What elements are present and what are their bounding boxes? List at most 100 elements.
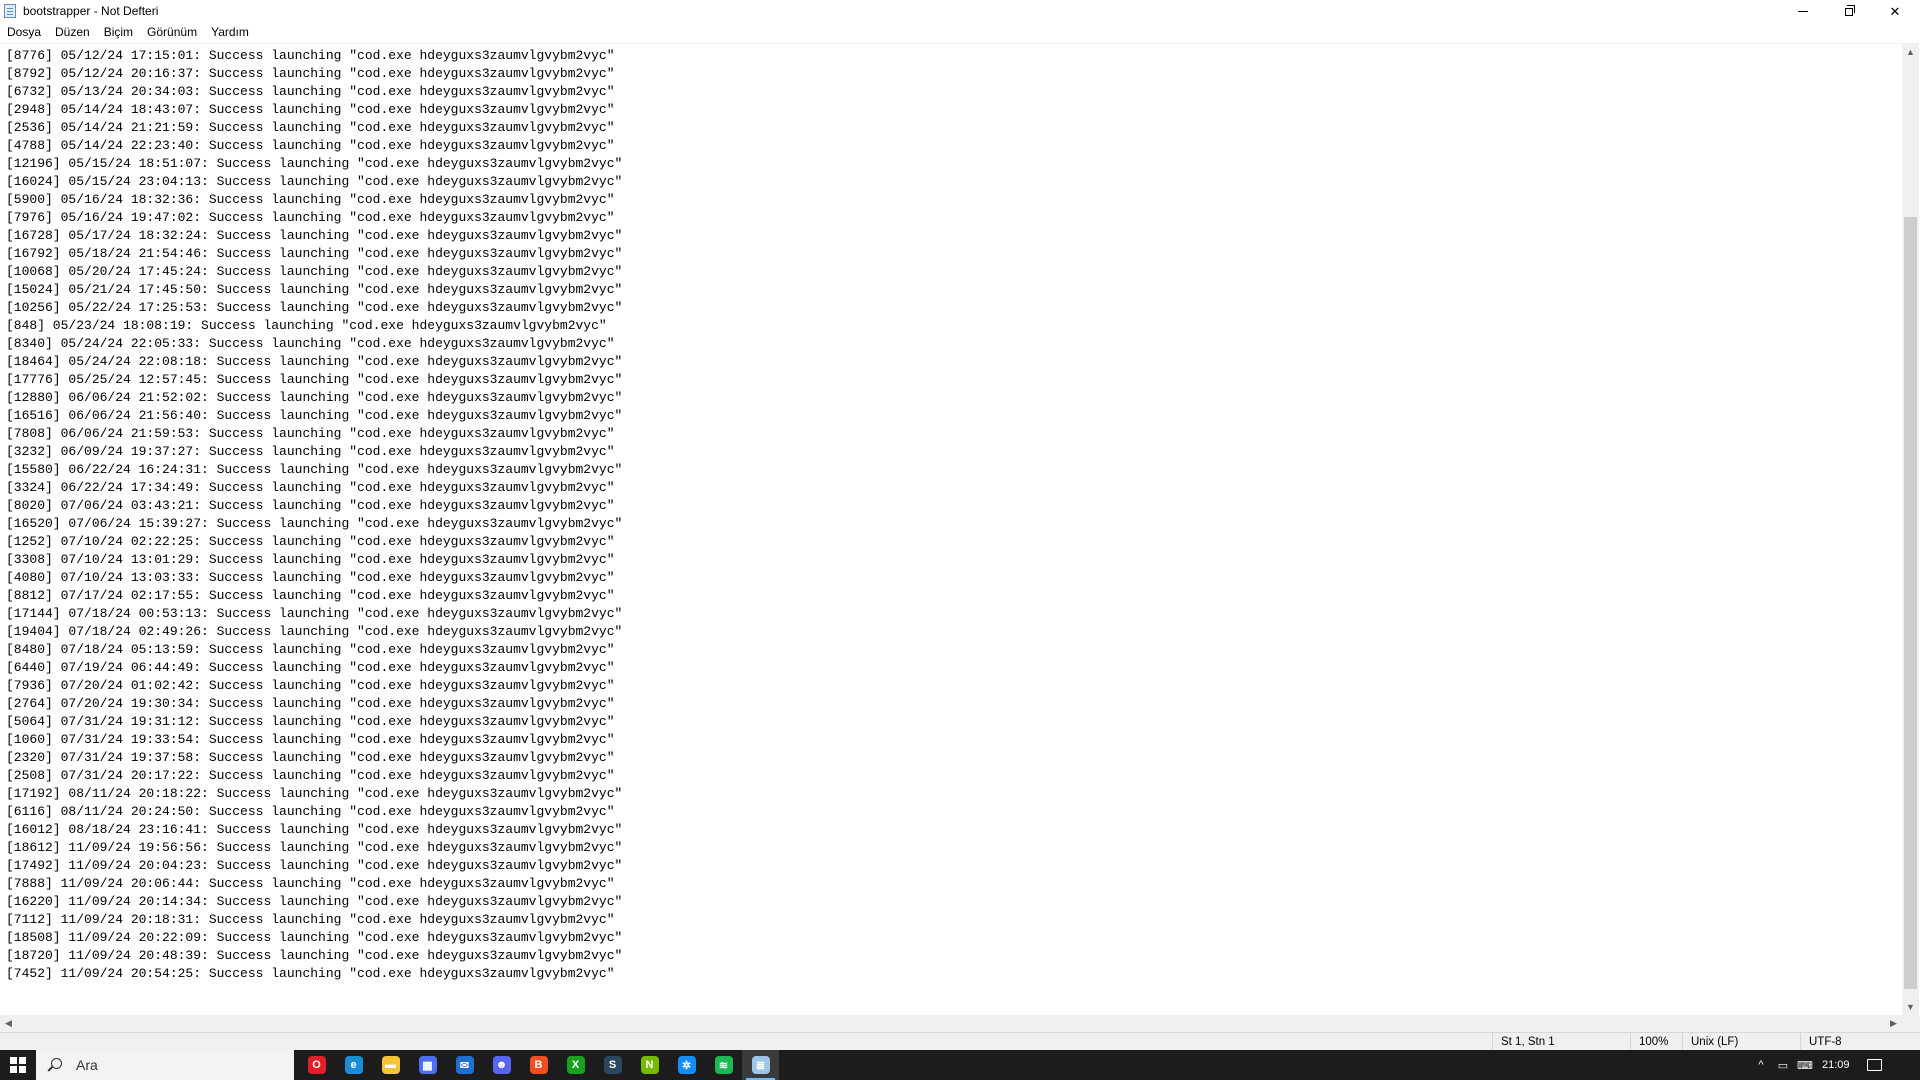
- taskbar-app-edge[interactable]: e: [335, 1050, 372, 1080]
- taskbar-app-spotify[interactable]: ≋: [705, 1050, 742, 1080]
- mail-icon: ✉: [455, 1056, 474, 1074]
- taskbar-app-brave[interactable]: B: [520, 1050, 557, 1080]
- battlenet-icon: ✲: [677, 1056, 696, 1074]
- log-line: [12880] 06/06/24 21:52:02: Success launc…: [6, 390, 623, 405]
- log-line: [15024] 05/21/24 17:45:50: Success launc…: [6, 282, 623, 297]
- notepad-icon: [4, 4, 16, 18]
- brave-icon: B: [529, 1056, 548, 1074]
- scroll-down-icon[interactable]: ▼: [1902, 998, 1919, 1015]
- taskbar-app-xbox[interactable]: X: [557, 1050, 594, 1080]
- scrollbar-corner: [1902, 1015, 1920, 1032]
- scroll-right-icon[interactable]: ▶: [1885, 1015, 1902, 1032]
- status-bar: St 1, Stn 1 100% Unix (LF) UTF-8: [0, 1032, 1920, 1051]
- log-line: [8340] 05/24/24 22:05:33: Success launch…: [6, 336, 615, 351]
- windows-logo-icon: [10, 1057, 26, 1073]
- network-icon[interactable]: ▭: [1772, 1050, 1794, 1080]
- taskbar-app-nvidia[interactable]: N: [631, 1050, 668, 1080]
- edge-icon: e: [344, 1056, 363, 1074]
- log-line: [16728] 05/17/24 18:32:24: Success launc…: [6, 228, 623, 243]
- taskbar-app-notepad[interactable]: ≣: [742, 1050, 779, 1080]
- log-line: [5064] 07/31/24 19:31:12: Success launch…: [6, 714, 615, 729]
- menu-format[interactable]: Biçim: [97, 23, 140, 43]
- log-line: [4788] 05/14/24 22:23:40: Success launch…: [6, 138, 615, 153]
- store-icon: ▦: [418, 1056, 437, 1074]
- log-line: [10068] 05/20/24 17:45:24: Success launc…: [6, 264, 623, 279]
- log-line: [16792] 05/18/24 21:54:46: Success launc…: [6, 246, 623, 261]
- spotify-icon: ≋: [714, 1056, 733, 1074]
- menu-view[interactable]: Görünüm: [140, 23, 204, 43]
- start-button[interactable]: [0, 1050, 36, 1080]
- scroll-left-icon[interactable]: ◀: [0, 1015, 17, 1032]
- log-line: [8776] 05/12/24 17:15:01: Success launch…: [6, 48, 615, 63]
- clock[interactable]: 21:09: [1816, 1059, 1860, 1071]
- taskbar: Ara Oe ▬ ▦ ✉ ☻ B X S N ✲ ≋ ≣ ^ ▭ ⌨ 21:09: [0, 1050, 1920, 1080]
- log-line: [8792] 05/12/24 20:16:37: Success launch…: [6, 66, 615, 81]
- close-button[interactable]: ✕: [1872, 0, 1918, 23]
- log-line: [8812] 07/17/24 02:17:55: Success launch…: [6, 588, 615, 603]
- log-line: [3308] 07/10/24 13:01:29: Success launch…: [6, 552, 615, 567]
- log-line: [17192] 08/11/24 20:18:22: Success launc…: [6, 786, 623, 801]
- notification-icon[interactable]: [1860, 1050, 1890, 1080]
- log-line: [6116] 08/11/24 20:24:50: Success launch…: [6, 804, 615, 819]
- log-line: [848] 05/23/24 18:08:19: Success launchi…: [6, 318, 607, 333]
- opera-icon: O: [307, 1056, 326, 1074]
- menu-edit[interactable]: Düzen: [48, 23, 97, 43]
- cursor-position: St 1, Stn 1: [1492, 1033, 1631, 1051]
- search-placeholder: Ara: [76, 1057, 98, 1073]
- taskbar-apps: Oe ▬ ▦ ✉ ☻ B X S N ✲ ≋ ≣: [298, 1050, 779, 1080]
- search-icon: [48, 1058, 62, 1072]
- log-line: [2320] 07/31/24 19:37:58: Success launch…: [6, 750, 615, 765]
- menu-bar: Dosya Düzen Biçim Görünüm Yardım: [0, 23, 1920, 43]
- log-line: [15580] 06/22/24 16:24:31: Success launc…: [6, 462, 623, 477]
- minimize-button[interactable]: [1780, 0, 1826, 23]
- taskbar-app-store[interactable]: ▦: [409, 1050, 446, 1080]
- notepad-icon: ≣: [751, 1056, 770, 1074]
- log-line: [8020] 07/06/24 03:43:21: Success launch…: [6, 498, 615, 513]
- editor-lines: [8776] 05/12/24 17:15:01: Success launch…: [6, 47, 622, 983]
- restore-button[interactable]: [1826, 0, 1872, 23]
- log-line: [17144] 07/18/24 00:53:13: Success launc…: [6, 606, 623, 621]
- horizontal-scrollbar[interactable]: ◀ ▶: [0, 1015, 1902, 1032]
- log-line: [2948] 05/14/24 18:43:07: Success launch…: [6, 102, 615, 117]
- taskbar-app-opera[interactable]: O: [298, 1050, 335, 1080]
- line-ending: Unix (LF): [1682, 1033, 1809, 1051]
- tray-chevron-icon[interactable]: ^: [1750, 1050, 1772, 1080]
- log-line: [2536] 05/14/24 21:21:59: Success launch…: [6, 120, 615, 135]
- taskbar-app-file-explorer[interactable]: ▬: [372, 1050, 409, 1080]
- menu-file[interactable]: Dosya: [0, 23, 48, 43]
- log-line: [19404] 07/18/24 02:49:26: Success launc…: [6, 624, 623, 639]
- log-line: [18508] 11/09/24 20:22:09: Success launc…: [6, 930, 623, 945]
- log-line: [18720] 11/09/24 20:48:39: Success launc…: [6, 948, 623, 963]
- taskbar-app-mail[interactable]: ✉: [446, 1050, 483, 1080]
- nvidia-icon: N: [640, 1056, 659, 1074]
- log-line: [8480] 07/18/24 05:13:59: Success launch…: [6, 642, 615, 657]
- log-line: [7808] 06/06/24 21:59:53: Success launch…: [6, 426, 615, 441]
- log-line: [16520] 07/06/24 15:39:27: Success launc…: [6, 516, 623, 531]
- log-line: [17492] 11/09/24 20:04:23: Success launc…: [6, 858, 623, 873]
- encoding: UTF-8: [1800, 1033, 1920, 1051]
- taskbar-app-battlenet[interactable]: ✲: [668, 1050, 705, 1080]
- log-line: [7976] 05/16/24 19:47:02: Success launch…: [6, 210, 615, 225]
- steam-icon: S: [603, 1056, 622, 1074]
- minimize-icon: [1798, 11, 1808, 12]
- menu-help[interactable]: Yardım: [204, 23, 256, 43]
- log-line: [12196] 05/15/24 18:51:07: Success launc…: [6, 156, 623, 171]
- scroll-up-icon[interactable]: ▲: [1902, 43, 1919, 60]
- vertical-scroll-thumb[interactable]: [1904, 217, 1917, 989]
- log-line: [10256] 05/22/24 17:25:53: Success launc…: [6, 300, 623, 315]
- taskbar-search[interactable]: Ara: [36, 1050, 294, 1080]
- log-line: [1060] 07/31/24 19:33:54: Success launch…: [6, 732, 615, 747]
- keyboard-icon[interactable]: ⌨: [1794, 1050, 1816, 1080]
- log-line: [6440] 07/19/24 06:44:49: Success launch…: [6, 660, 615, 675]
- title-bar: bootstrapper - Not Defteri ✕: [0, 0, 1920, 23]
- xbox-icon: X: [566, 1056, 585, 1074]
- system-tray: ^ ▭ ⌨ 21:09: [1750, 1050, 1890, 1080]
- log-line: [2764] 07/20/24 19:30:34: Success launch…: [6, 696, 615, 711]
- log-line: [18464] 05/24/24 22:08:18: Success launc…: [6, 354, 623, 369]
- log-line: [1252] 07/10/24 02:22:25: Success launch…: [6, 534, 615, 549]
- taskbar-app-discord[interactable]: ☻: [483, 1050, 520, 1080]
- text-editor[interactable]: [8776] 05/12/24 17:15:01: Success launch…: [0, 43, 1902, 1016]
- taskbar-app-steam[interactable]: S: [594, 1050, 631, 1080]
- log-line: [16012] 08/18/24 23:16:41: Success launc…: [6, 822, 623, 837]
- vertical-scrollbar[interactable]: ▲ ▼: [1902, 43, 1919, 1015]
